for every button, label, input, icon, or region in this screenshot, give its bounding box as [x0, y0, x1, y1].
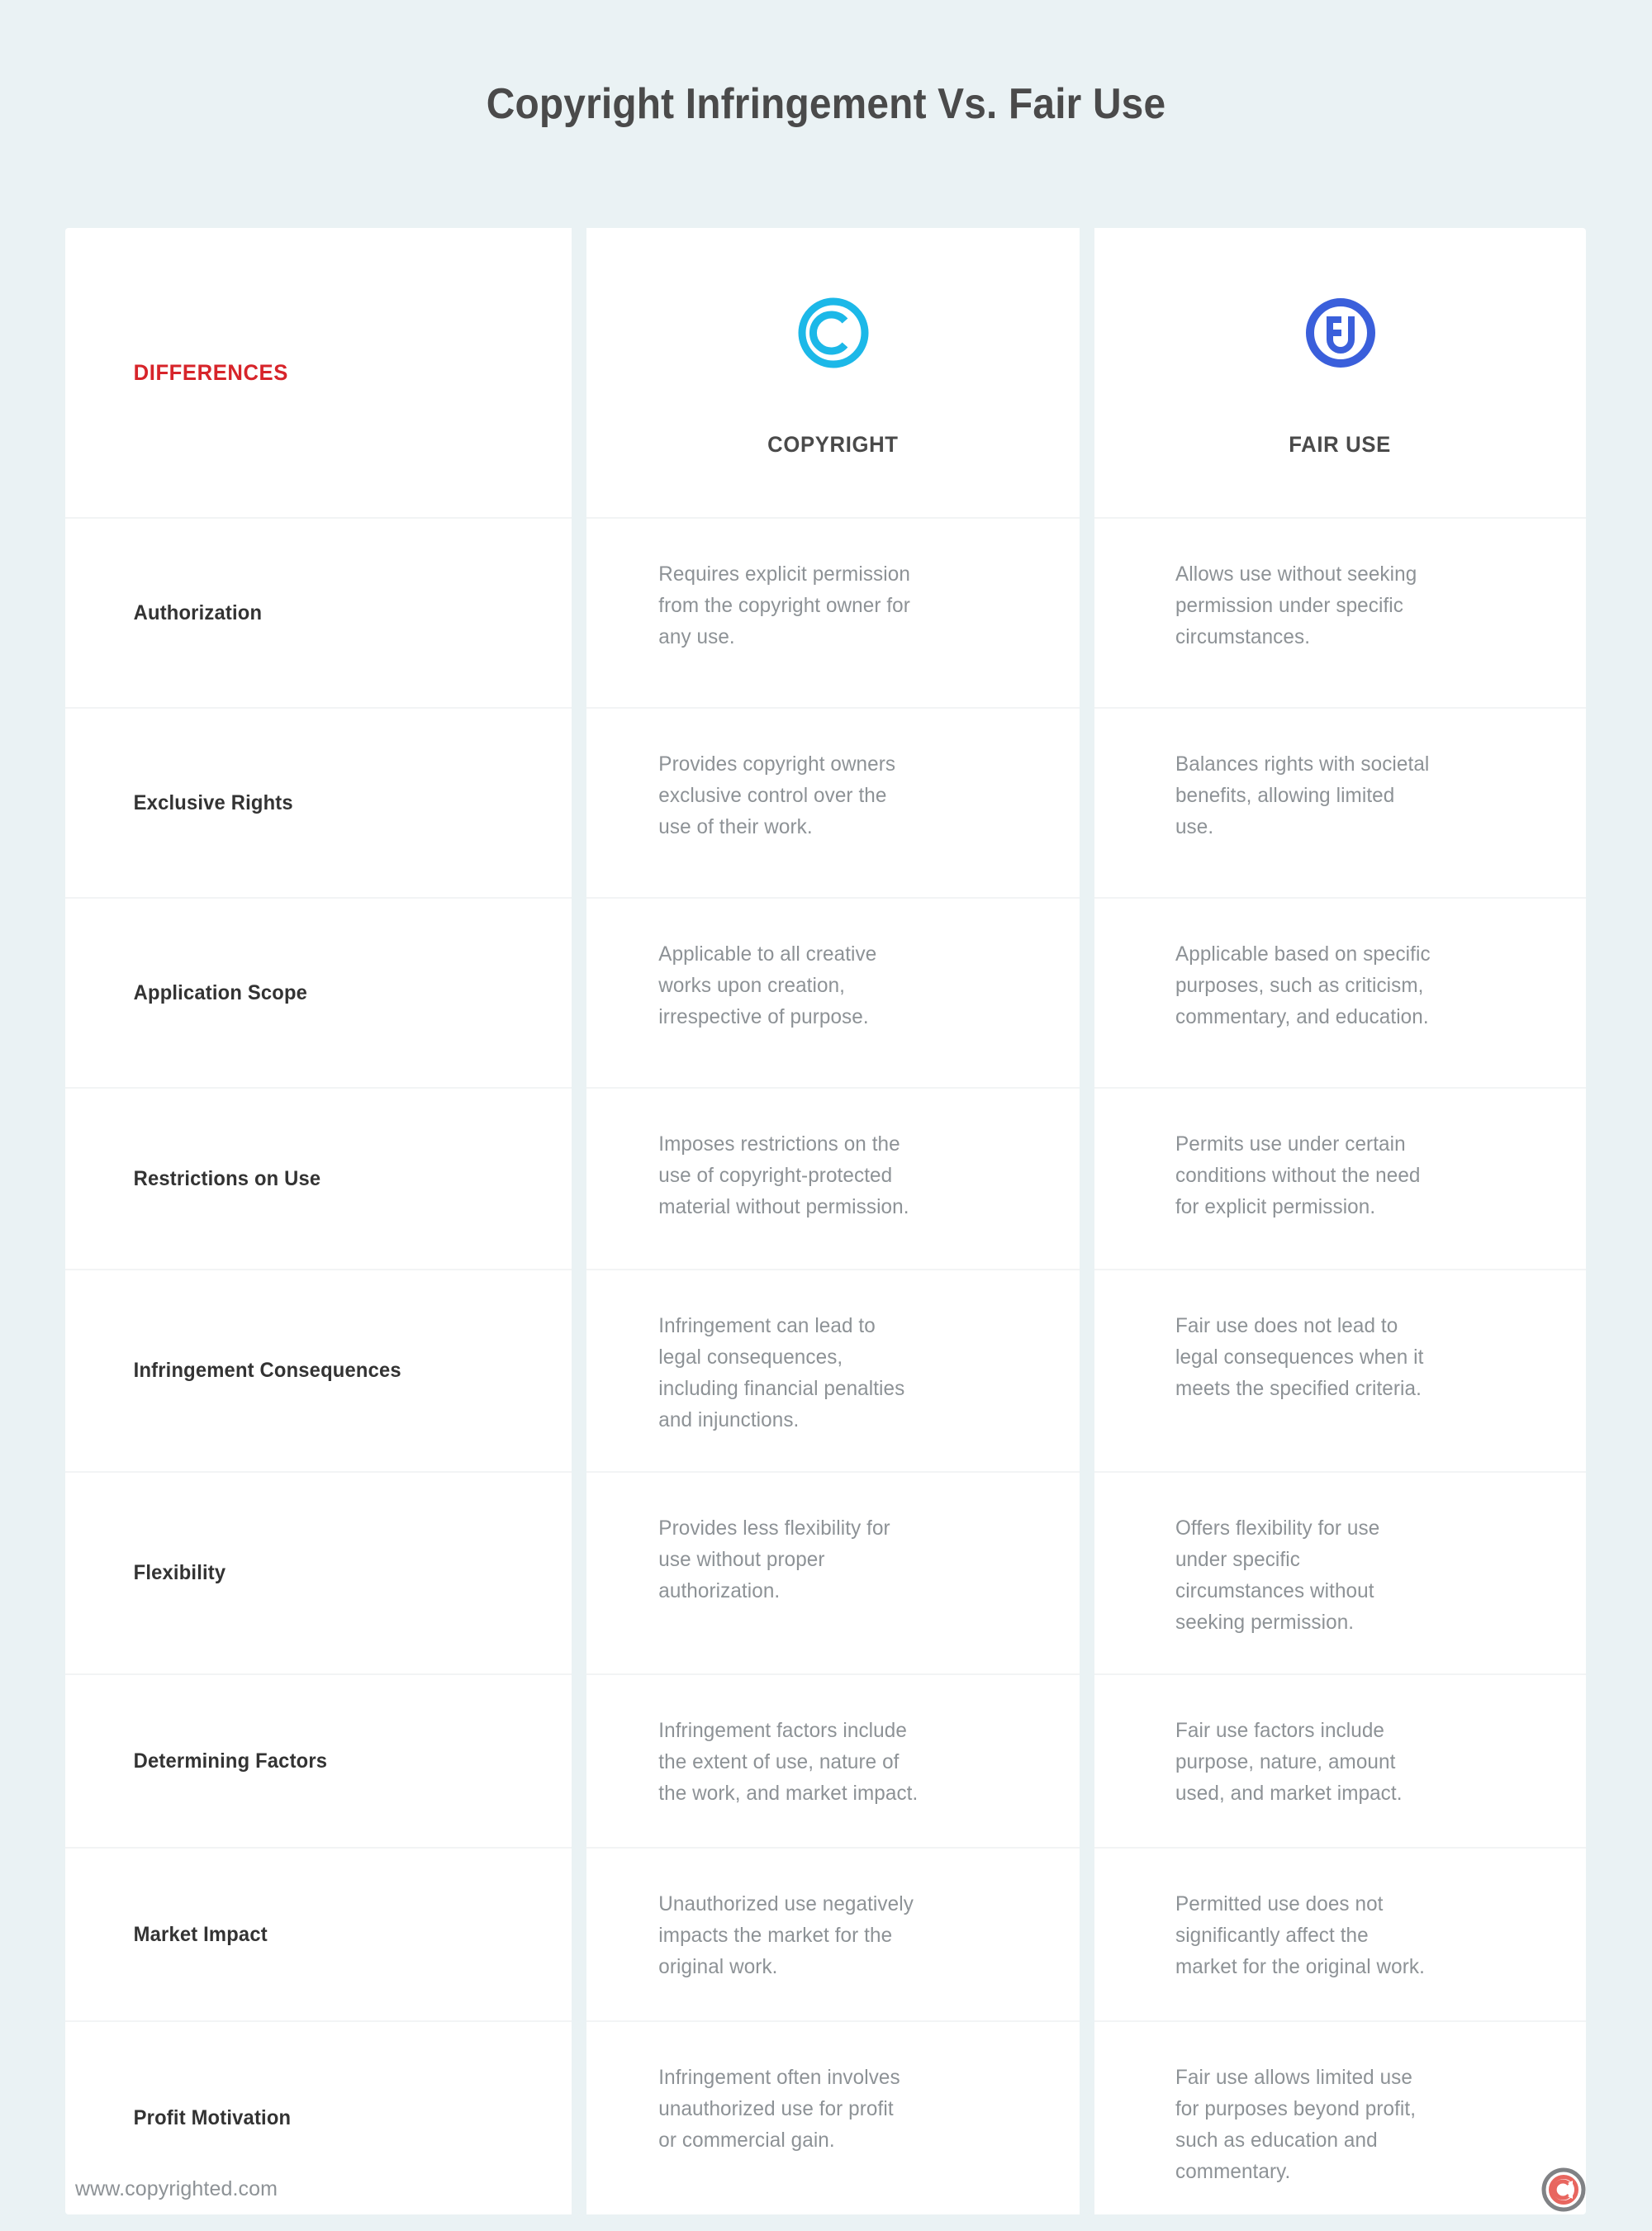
page-title: Copyright Infringement Vs. Fair Use [486, 80, 1166, 128]
copyright-cell: Requires explicit permission from the co… [586, 517, 1080, 707]
table-header-row: DIFFERENCES COPYRIGHT FAIR USE [65, 228, 1586, 517]
table-row: Authorization Requires explicit permissio… [65, 517, 1586, 707]
table-row: Application Scope Applicable to all creat… [65, 897, 1586, 1087]
header-label-copyright: COPYRIGHT [767, 432, 899, 457]
copyright-circle-c-icon [794, 287, 873, 378]
fair-use-circle-fu-icon [1301, 287, 1380, 378]
copyright-description: Provides copyright owners exclusive cont… [658, 752, 896, 838]
row-label: Restrictions on Use [133, 1166, 321, 1190]
copyright-description: Imposes restrictions on the use of copyr… [658, 1132, 909, 1218]
row-label: Determining Factors [133, 1749, 328, 1773]
copyright-cell: Applicable to all creative works upon cr… [586, 897, 1080, 1087]
fair-use-description: Fair use does not lead to legal conseque… [1175, 1314, 1424, 1400]
infographic-page: Copyright Infringement Vs. Fair Use DIFF… [0, 0, 1652, 2231]
differences-label: DIFFERENCES [133, 359, 288, 385]
header-cell-fair-use: FAIR USE [1094, 228, 1586, 517]
copyright-cell: Unauthorized use negatively impacts the … [586, 1847, 1080, 2020]
fair-use-description: Fair use factors include purpose, nature… [1175, 1719, 1403, 1805]
fair-use-cell: Fair use factors include purpose, nature… [1094, 1673, 1586, 1847]
table-row: Flexibility Provides less flexibility for… [65, 1471, 1586, 1673]
table-row: Market Impact Unauthorized use negatively… [65, 1847, 1586, 2020]
fair-use-description: Allows use without seeking permission un… [1175, 562, 1417, 648]
fair-use-cell: Offers flexibility for use under specifi… [1094, 1471, 1586, 1673]
footer: www.copyrighted.com [0, 2148, 1652, 2231]
row-label-cell: Flexibility [65, 1471, 572, 1673]
fair-use-cell: Applicable based on specific purposes, s… [1094, 897, 1586, 1087]
row-label-cell: Exclusive Rights [65, 707, 572, 897]
title-container: Copyright Infringement Vs. Fair Use [0, 79, 1652, 129]
table-row: Exclusive Rights Provides copyright owner… [65, 707, 1586, 897]
table-row: Infringement Consequences Infringement ca… [65, 1269, 1586, 1471]
row-label-cell: Infringement Consequences [65, 1269, 572, 1471]
copyright-description: Applicable to all creative works upon cr… [658, 942, 877, 1028]
table-body: Authorization Requires explicit permissio… [65, 517, 1586, 2214]
table-row: Determining Factors Infringement factors … [65, 1673, 1586, 1847]
row-label: Flexibility [133, 1561, 226, 1584]
row-label: Exclusive Rights [133, 790, 293, 814]
fair-use-description: Offers flexibility for use under specifi… [1175, 1517, 1380, 1634]
header-cell-copyright: COPYRIGHT [586, 228, 1080, 517]
fair-use-cell: Fair use does not lead to legal conseque… [1094, 1269, 1586, 1471]
header-label-fair-use: FAIR USE [1289, 432, 1392, 457]
copyright-description: Unauthorized use negatively impacts the … [658, 1892, 914, 1978]
row-label: Infringement Consequences [133, 1359, 401, 1382]
fair-use-description: Permits use under certain conditions wit… [1175, 1132, 1421, 1218]
row-label: Profit Motivation [133, 2106, 292, 2129]
comparison-table: DIFFERENCES COPYRIGHT FAIR USE Authoriza… [65, 228, 1586, 2214]
fair-use-cell: Permits use under certain conditions wit… [1094, 1087, 1586, 1269]
fair-use-cell: Allows use without seeking permission un… [1094, 517, 1586, 707]
row-label-cell: Market Impact [65, 1847, 572, 2020]
row-label-cell: Application Scope [65, 897, 572, 1087]
copyrighted-c-logo-icon [1540, 2167, 1587, 2213]
copyright-description: Requires explicit permission from the co… [658, 562, 910, 648]
copyright-description: Provides less flexibility for use withou… [658, 1517, 890, 1602]
row-label-cell: Determining Factors [65, 1673, 572, 1847]
row-label-cell: Authorization [65, 517, 572, 707]
table-row: Restrictions on Use Imposes restrictions … [65, 1087, 1586, 1269]
fair-use-cell: Balances rights with societal benefits, … [1094, 707, 1586, 897]
copyright-description: Infringement factors include the extent … [658, 1719, 919, 1805]
fair-use-cell: Permitted use does not significantly aff… [1094, 1847, 1586, 2020]
copyright-cell: Provides less flexibility for use withou… [586, 1471, 1080, 1673]
copyright-description: Infringement can lead to legal consequen… [658, 1314, 905, 1431]
copyright-description: Infringement often involves unauthorized… [658, 2066, 900, 2152]
copyright-cell: Provides copyright owners exclusive cont… [586, 707, 1080, 897]
row-label: Authorization [133, 600, 263, 624]
row-label: Market Impact [133, 1922, 268, 1946]
copyright-cell: Infringement factors include the extent … [586, 1673, 1080, 1847]
footer-url[interactable]: www.copyrighted.com [75, 2177, 278, 2201]
row-label-cell: Restrictions on Use [65, 1087, 572, 1269]
fair-use-description: Permitted use does not significantly aff… [1175, 1892, 1425, 1978]
fair-use-description: Applicable based on specific purposes, s… [1175, 942, 1431, 1028]
row-label: Application Scope [133, 980, 308, 1004]
header-cell-differences: DIFFERENCES [65, 228, 572, 517]
fair-use-description: Balances rights with societal benefits, … [1175, 752, 1430, 838]
copyright-cell: Infringement can lead to legal consequen… [586, 1269, 1080, 1471]
copyright-cell: Imposes restrictions on the use of copyr… [586, 1087, 1080, 1269]
